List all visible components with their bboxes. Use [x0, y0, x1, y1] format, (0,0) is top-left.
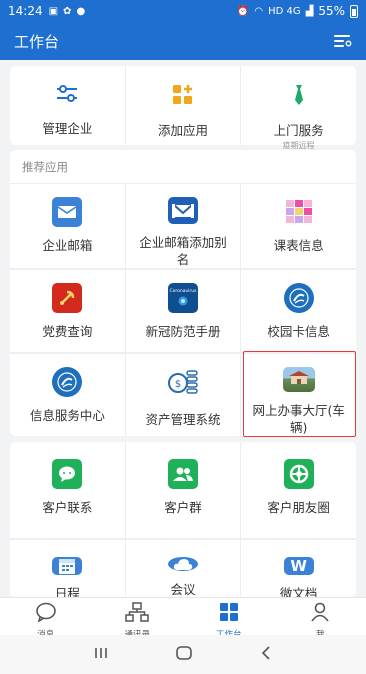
tab-profile[interactable]: 我: [275, 598, 366, 640]
page-title: 工作台: [14, 32, 60, 51]
app-label: 客户联系: [42, 500, 93, 515]
app-covid-handbook[interactable]: Coronavirus 新冠防范手册: [125, 269, 242, 352]
app-label: 校园卡信息: [267, 324, 330, 339]
app-meeting[interactable]: 会议: [125, 539, 242, 597]
app-label: 会议: [170, 582, 196, 597]
profile-icon: [310, 602, 330, 626]
app-party-fee[interactable]: 党费查询: [10, 269, 126, 352]
status-right: ⏰ ◠ HD 4G ▟ 55%: [237, 4, 358, 18]
tab-messages[interactable]: 消息: [0, 598, 92, 640]
app-label: 课表信息: [273, 238, 324, 253]
cloud-icon: [168, 557, 198, 571]
manage-enterprise-button[interactable]: 管理企业: [10, 66, 126, 145]
quick-actions-card: 管理企业 添加应用 上门服务 疫期远程: [10, 66, 356, 150]
app-label: 企业邮箱添加别名: [139, 235, 227, 267]
tab-workbench[interactable]: 工作台: [183, 598, 275, 640]
chat-icon: [52, 459, 83, 489]
app-row: 客户联系 客户群 客户朋友圈: [10, 442, 356, 538]
network-label: HD 4G: [268, 5, 301, 17]
message-icon: [35, 602, 57, 626]
calendar-icon: [52, 557, 83, 575]
system-nav-bar: [0, 635, 366, 674]
add-app-button[interactable]: 添加应用: [126, 66, 242, 145]
app-customer-contact[interactable]: 客户联系: [10, 442, 126, 538]
app-row: 企业邮箱 企业邮箱添加别名 课表信息: [10, 184, 356, 268]
app-micro-doc[interactable]: W 微文档: [241, 539, 357, 601]
party-emblem-icon: [52, 283, 83, 313]
onsite-service-button[interactable]: 上门服务 疫期远程: [241, 66, 356, 150]
building-photo-icon: [282, 367, 315, 392]
app-label: 信息服务中心: [29, 408, 105, 423]
app-row: 党费查询 Coronavirus 新冠防范手册 校园卡信息: [10, 268, 357, 352]
section-title: 推荐应用: [22, 160, 68, 174]
notification-icons: ▣ ✿ ●: [49, 6, 86, 17]
group-icon: [168, 459, 198, 489]
app-asset-management[interactable]: $ 资产管理系统: [125, 353, 242, 436]
gallery-icon: ▣: [48, 5, 59, 17]
coronavirus-icon: Coronavirus: [168, 283, 198, 313]
timetable-icon: [283, 197, 314, 227]
mail-icon: [52, 197, 83, 227]
app-row: 信息服务中心 $ 资产管理系统 网上办事大厅(车辆): [10, 352, 357, 436]
quick-action-label: 添加应用: [158, 123, 209, 138]
app-customer-moments[interactable]: 客户朋友圈: [241, 442, 356, 538]
status-time: 14:24: [8, 4, 43, 18]
app-enterprise-mail[interactable]: 企业邮箱: [10, 184, 126, 268]
quick-action-label: 管理企业: [42, 121, 93, 136]
app-label: 网上办事大厅(车辆): [252, 403, 345, 435]
list-settings-icon[interactable]: [334, 34, 352, 48]
recent-apps-button[interactable]: [94, 645, 108, 664]
tab-contacts[interactable]: 通讯录: [92, 598, 184, 640]
workbench-icon: [219, 602, 239, 626]
app-customer-group[interactable]: 客户群: [126, 442, 242, 538]
app-online-service-hall[interactable]: 网上办事大厅(车辆): [241, 353, 357, 436]
battery-percent: 55%: [318, 4, 345, 18]
app-header: 工作台: [0, 22, 366, 60]
home-button[interactable]: [175, 645, 193, 665]
sliders-icon: [55, 84, 79, 108]
bottom-tab-bar: 消息 通讯录 工作台 我: [0, 597, 366, 640]
school-logo-icon: [283, 283, 314, 313]
recommended-apps-card: 企业邮箱 企业邮箱添加别名 课表信息 党费查询 Coronavirus 新冠防范…: [10, 150, 357, 436]
status-bar: 14:24 ▣ ✿ ● ⏰ ◠ HD 4G ▟ 55%: [0, 0, 366, 22]
svg-text:$: $: [175, 379, 181, 390]
customer-apps-card: 客户联系 客户群 客户朋友圈 日程 会议 W 微文档: [10, 442, 357, 601]
app-label: 新冠防范手册: [145, 324, 221, 339]
dot-icon: ●: [76, 5, 86, 17]
app-info-service-center[interactable]: 信息服务中心: [10, 353, 126, 436]
app-label: 客户群: [164, 500, 202, 515]
app-label: 企业邮箱: [42, 238, 93, 253]
alarm-icon: ⏰: [236, 5, 250, 17]
battery-icon: [350, 4, 358, 18]
app-label: 客户朋友圈: [267, 500, 330, 515]
signal-icon: ▟: [305, 5, 314, 17]
app-label: 党费查询: [42, 324, 93, 339]
quick-actions-row: 管理企业 添加应用 上门服务 疫期远程: [10, 66, 356, 150]
doc-icon: W: [283, 557, 314, 575]
app-label: 资产管理系统: [145, 412, 221, 427]
app-campus-card[interactable]: 校园卡信息: [241, 269, 357, 352]
coins-icon: $: [167, 367, 199, 401]
app-schedule[interactable]: 日程: [10, 539, 126, 601]
app-row: 日程 会议 W 微文档: [10, 538, 357, 601]
mail-alias-icon: [168, 197, 198, 224]
school-logo-icon: [52, 367, 83, 397]
back-button[interactable]: [260, 645, 272, 664]
add-app-icon: [172, 84, 194, 110]
quick-action-label: 上门服务: [273, 123, 324, 138]
app-timetable[interactable]: 课表信息: [241, 184, 356, 268]
moments-icon: [283, 459, 314, 489]
wifi-icon: ◠: [254, 5, 264, 17]
tie-icon: [292, 84, 306, 110]
contacts-icon: [125, 602, 149, 626]
paw-icon: ✿: [63, 5, 72, 17]
app-mail-alias[interactable]: 企业邮箱添加别名: [126, 184, 242, 268]
